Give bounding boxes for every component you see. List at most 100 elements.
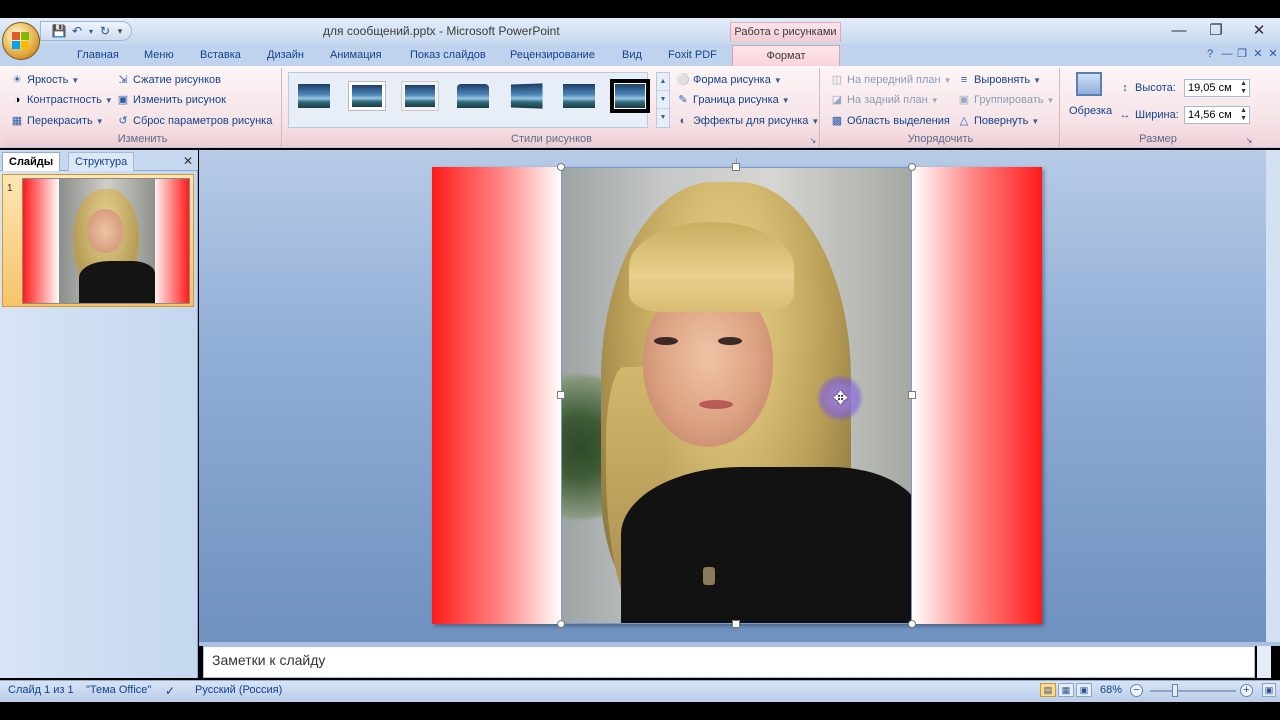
ribbon-minimize-icon[interactable]: — xyxy=(1220,47,1234,61)
compress-pictures-button[interactable]: ⇲ Сжатие рисунков xyxy=(116,71,221,89)
restore-button[interactable]: ❐ xyxy=(1197,20,1235,42)
send-back-button[interactable]: ◪ На задний план ▼ xyxy=(830,91,939,109)
minimize-button[interactable]: — xyxy=(1160,20,1198,42)
save-icon[interactable]: 💾 xyxy=(51,23,67,39)
customize-qat-icon[interactable]: ▾ xyxy=(115,23,125,39)
title-bar xyxy=(0,18,1280,44)
doc-close-icon-2[interactable]: ✕ xyxy=(1266,47,1280,61)
picture-style-7-selected[interactable] xyxy=(610,79,650,113)
zoom-in-icon[interactable]: + xyxy=(1240,684,1253,697)
tab-slideshow[interactable]: Показ слайдов xyxy=(410,49,486,61)
chevron-down-icon: ▼ xyxy=(781,95,790,105)
doc-close-icon[interactable]: ✕ xyxy=(1251,47,1265,61)
effects-icon: ◐ xyxy=(679,115,687,127)
picture-shape-button[interactable]: ⚪ Форма рисунка ▼ xyxy=(676,71,782,89)
picture-border-button[interactable]: ✎ Граница рисунка ▼ xyxy=(676,91,790,109)
notes-scrollbar[interactable] xyxy=(1257,646,1271,678)
recolor-button[interactable]: ▦ Перекрасить ▼ xyxy=(10,112,104,130)
resize-handle-n[interactable] xyxy=(732,163,740,171)
gallery-scroll[interactable]: ▲ ▼ ▼ xyxy=(656,72,670,128)
main-vertical-scrollbar[interactable] xyxy=(1266,150,1280,642)
zoom-slider[interactable] xyxy=(1150,690,1236,692)
resize-handle-se[interactable] xyxy=(908,620,916,628)
group-label: Группировать xyxy=(974,94,1044,106)
picture-style-5[interactable] xyxy=(507,81,545,111)
group-picture-styles-label: Стили рисунков xyxy=(284,132,819,147)
height-spinner[interactable]: 19,05 см ▲ ▼ xyxy=(1184,79,1250,97)
picture-style-6[interactable] xyxy=(560,81,598,111)
tab-home[interactable]: Главная xyxy=(77,49,119,61)
zoom-level[interactable]: 68% xyxy=(1100,684,1122,696)
tab-design[interactable]: Дизайн xyxy=(267,49,304,61)
spinner-arrows-icon[interactable]: ▲ ▼ xyxy=(1240,80,1247,96)
gallery-down-icon[interactable]: ▼ xyxy=(657,91,669,109)
redo-icon[interactable]: ↻ xyxy=(97,23,113,39)
spinner-arrows-icon[interactable]: ▲ ▼ xyxy=(1240,107,1247,123)
height-label-row: ↕ Высота: xyxy=(1118,79,1176,97)
spellcheck-icon[interactable]: ✓ xyxy=(165,684,175,698)
group-button[interactable]: ▣ Группировать ▼ xyxy=(957,91,1055,109)
width-value: 14,56 см xyxy=(1188,109,1232,121)
slide-sorter-button[interactable]: ▦ xyxy=(1058,683,1074,697)
office-button[interactable] xyxy=(2,22,40,60)
rotate-label: Повернуть xyxy=(974,115,1029,127)
picture-style-3[interactable] xyxy=(401,81,439,111)
tab-foxit-pdf[interactable]: Foxit PDF xyxy=(668,49,717,61)
chevron-down-icon: ▼ xyxy=(943,75,952,85)
tab-outline[interactable]: Структура xyxy=(68,152,135,171)
language[interactable]: Русский (Россия) xyxy=(195,684,282,696)
size-dialog-launcher-icon[interactable]: ↘ xyxy=(1242,134,1256,148)
zoom-out-icon[interactable]: − xyxy=(1130,684,1143,697)
selection-pane-button[interactable]: ▩ Область выделения xyxy=(830,112,950,130)
change-picture-button[interactable]: ▣ Изменить рисунок xyxy=(116,91,226,109)
resize-handle-sw[interactable] xyxy=(557,620,565,628)
tab-view[interactable]: Вид xyxy=(622,49,642,61)
quick-access-toolbar: 💾 ↶ ▾ ↻ ▾ xyxy=(40,21,132,41)
help-icon[interactable]: ? xyxy=(1203,47,1217,61)
recolor-label: Перекрасить xyxy=(27,115,93,127)
resize-handle-e[interactable] xyxy=(908,391,916,399)
close-panel-icon[interactable]: ✕ xyxy=(183,154,193,168)
chevron-down-icon: ▼ xyxy=(1033,75,1042,85)
tab-slides[interactable]: Слайды xyxy=(2,152,61,171)
tab-format[interactable]: Формат xyxy=(732,45,840,67)
shape-icon: ⚪ xyxy=(676,74,690,86)
picture-style-1[interactable] xyxy=(295,81,333,111)
doc-restore-icon[interactable]: ❐ xyxy=(1235,47,1249,61)
resize-handle-nw[interactable] xyxy=(557,163,565,171)
compress-icon: ⇲ xyxy=(118,74,128,86)
rotate-button[interactable]: △ Повернуть ▼ xyxy=(957,112,1039,130)
resize-handle-w[interactable] xyxy=(557,391,565,399)
align-icon: ≡ xyxy=(960,74,968,86)
bring-front-button[interactable]: ◫ На передний план ▼ xyxy=(830,71,952,89)
close-button[interactable]: ✕ xyxy=(1240,20,1278,42)
gallery-up-icon[interactable]: ▲ xyxy=(657,73,669,91)
gallery-more-icon[interactable]: ▼ xyxy=(657,109,669,127)
picture-shape-label: Форма рисунка xyxy=(693,74,771,86)
crop-button[interactable]: Обрезка xyxy=(1068,72,1114,122)
normal-view-button[interactable]: ▤ xyxy=(1040,683,1056,697)
resize-handle-s[interactable] xyxy=(732,620,740,628)
crop-icon xyxy=(1076,72,1102,96)
picture-style-2[interactable] xyxy=(348,81,386,111)
zoom-slider-knob[interactable] xyxy=(1172,684,1178,697)
tab-animation[interactable]: Анимация xyxy=(330,49,382,61)
notes-pane[interactable]: Заметки к слайду xyxy=(203,646,1255,678)
width-spinner[interactable]: 14,56 см ▲ ▼ xyxy=(1184,106,1250,124)
reset-picture-button[interactable]: ↺ Сброс параметров рисунка xyxy=(116,112,272,130)
dialog-launcher-icon[interactable]: ↘ xyxy=(806,134,820,148)
undo-dropdown-icon[interactable]: ▾ xyxy=(87,23,95,39)
tab-menu[interactable]: Меню xyxy=(144,49,174,61)
tab-review[interactable]: Рецензирование xyxy=(510,49,595,61)
tab-insert[interactable]: Вставка xyxy=(200,49,241,61)
picture-effects-button[interactable]: ◐ Эффекты для рисунка ▼ xyxy=(676,112,820,130)
contrast-button[interactable]: ◑ Контрастность ▼ xyxy=(10,91,113,109)
picture-style-4[interactable] xyxy=(454,81,492,111)
fit-to-window-icon[interactable]: ▣ xyxy=(1262,683,1276,697)
brightness-button[interactable]: ☀ Яркость ▼ xyxy=(10,71,79,89)
slide-thumbnail[interactable] xyxy=(22,178,190,304)
undo-icon[interactable]: ↶ xyxy=(69,23,85,39)
slideshow-button[interactable]: ▣ xyxy=(1076,683,1092,697)
resize-handle-ne[interactable] xyxy=(908,163,916,171)
align-button[interactable]: ≡ Выровнять ▼ xyxy=(957,71,1041,89)
